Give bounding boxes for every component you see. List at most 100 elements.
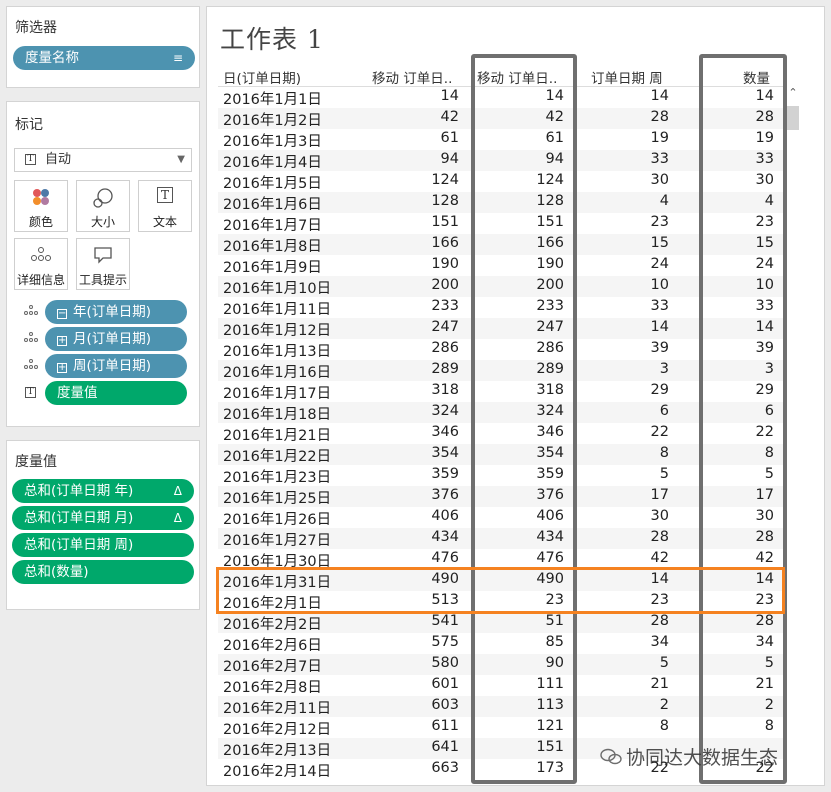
- cell-week: 33: [650, 298, 669, 314]
- marks-title: 标记: [15, 117, 43, 133]
- cell-date: 2016年2月12日: [223, 722, 332, 738]
- measure-pill-week[interactable]: 总和(订单日期 周): [12, 533, 194, 557]
- detail-card-label: 详细信息: [16, 273, 65, 287]
- cell-moving-1: 128: [431, 193, 459, 209]
- cell-moving-1: 575: [431, 634, 459, 650]
- measure-pill-quantity[interactable]: 总和(数量): [12, 560, 194, 584]
- filters-title: 筛选器: [15, 20, 57, 36]
- cell-week: 5: [659, 655, 669, 671]
- detail-card[interactable]: 详细信息: [14, 238, 68, 290]
- cell-moving-1: 200: [431, 277, 459, 293]
- cell-week: 15: [650, 235, 669, 251]
- filter-pill-label: 度量名称: [25, 50, 79, 66]
- measure-pill-label: 总和(数量): [24, 564, 89, 580]
- cell-moving-1: 166: [431, 235, 459, 251]
- cell-date: 2016年1月17日: [223, 386, 332, 402]
- highlight-quantity-column: [699, 54, 787, 784]
- cell-moving-1: 663: [431, 760, 459, 776]
- cell-date: 2016年1月1日: [223, 92, 322, 108]
- cell-week: 3: [659, 361, 669, 377]
- cell-moving-1: 580: [431, 655, 459, 671]
- cell-moving-1: 541: [431, 613, 459, 629]
- detail-icon: [24, 359, 38, 371]
- cell-week: 8: [659, 718, 669, 734]
- expand-icon[interactable]: +: [57, 336, 67, 346]
- sort-desc-icon: ≡: [172, 51, 183, 65]
- field-pill-measure-values[interactable]: 度量值: [45, 381, 187, 405]
- cell-date: 2016年1月26日: [223, 512, 332, 528]
- tooltip-card[interactable]: 工具提示: [76, 238, 130, 290]
- cell-moving-1: 611: [431, 718, 459, 734]
- scroll-thumb[interactable]: [787, 106, 799, 130]
- highlight-moving-column: [471, 54, 577, 784]
- expand-icon[interactable]: +: [57, 363, 67, 373]
- text-card-label: 文本: [152, 215, 177, 229]
- delta-icon: Δ: [173, 511, 182, 525]
- cell-date: 2016年1月13日: [223, 344, 332, 360]
- filter-pill-measure-names[interactable]: 度量名称 ≡: [13, 46, 195, 70]
- cell-date: 2016年1月11日: [223, 302, 332, 318]
- cell-date: 2016年2月7日: [223, 659, 322, 675]
- field-pill-label: 月(订单日期): [73, 331, 152, 347]
- watermark-text: 协同达大数据生态: [626, 747, 779, 769]
- cell-date: 2016年1月8日: [223, 239, 322, 255]
- cell-date: 2016年2月6日: [223, 638, 322, 654]
- highlight-month-boundary-rows: [216, 567, 785, 614]
- cell-moving-1: 61: [440, 130, 459, 146]
- cell-moving-1: 641: [431, 739, 459, 755]
- field-pill-week[interactable]: + 周(订单日期): [45, 354, 187, 378]
- cell-moving-1: 233: [431, 298, 459, 314]
- column-header-moving-1[interactable]: 移动 订单日..: [372, 67, 452, 87]
- color-card-label: 颜色: [28, 215, 53, 229]
- cell-week: 33: [650, 151, 669, 167]
- tooltip-icon: [77, 245, 129, 271]
- cell-week: 19: [650, 130, 669, 146]
- cell-week: 2: [659, 697, 669, 713]
- field-pill-label: 周(订单日期): [73, 358, 152, 374]
- column-header-week[interactable]: 订单日期 周: [591, 67, 663, 87]
- cell-week: 5: [659, 466, 669, 482]
- cell-week: 30: [650, 508, 669, 524]
- cell-date: 2016年1月9日: [223, 260, 322, 276]
- measure-pill-month[interactable]: 总和(订单日期 月) Δ: [12, 506, 194, 530]
- cell-date: 2016年2月8日: [223, 680, 322, 696]
- text-card[interactable]: T 文本: [138, 180, 192, 232]
- size-card[interactable]: 大小: [76, 180, 130, 232]
- cell-date: 2016年2月14日: [223, 764, 332, 780]
- cell-date: 2016年1月22日: [223, 449, 332, 465]
- field-pill-month[interactable]: + 月(订单日期): [45, 327, 187, 351]
- cell-week: 14: [650, 319, 669, 335]
- cell-week: 30: [650, 172, 669, 188]
- cell-date: 2016年1月23日: [223, 470, 332, 486]
- cell-moving-1: 42: [440, 109, 459, 125]
- cell-moving-1: 346: [431, 424, 459, 440]
- measure-pill-year[interactable]: 总和(订单日期 年) Δ: [12, 479, 194, 503]
- cell-moving-1: 151: [431, 214, 459, 230]
- mark-type-dropdown[interactable]: T 自动 ▼: [14, 148, 192, 172]
- color-icon: [15, 187, 67, 213]
- collapse-icon[interactable]: −: [57, 309, 67, 319]
- cell-moving-1: 476: [431, 550, 459, 566]
- cell-week: 39: [650, 340, 669, 356]
- cell-week: 28: [650, 613, 669, 629]
- measure-pill-label: 总和(订单日期 年): [24, 483, 134, 499]
- measure-values-title: 度量值: [15, 454, 57, 470]
- column-header-date[interactable]: 日(订单日期): [223, 67, 301, 87]
- cell-week: 24: [650, 256, 669, 272]
- cell-week: 14: [650, 88, 669, 104]
- cell-moving-1: 247: [431, 319, 459, 335]
- cell-moving-1: 286: [431, 340, 459, 356]
- scroll-up-icon[interactable]: ⌃: [786, 86, 800, 102]
- vertical-scrollbar[interactable]: ⌃: [786, 86, 800, 776]
- tooltip-card-label: 工具提示: [78, 273, 127, 287]
- filters-panel: 筛选器 度量名称 ≡: [6, 6, 200, 88]
- cell-week: 8: [659, 445, 669, 461]
- cell-date: 2016年1月10日: [223, 281, 332, 297]
- measure-pill-label: 总和(订单日期 周): [24, 537, 134, 553]
- field-pill-year[interactable]: − 年(订单日期): [45, 300, 187, 324]
- color-card[interactable]: 颜色: [14, 180, 68, 232]
- cell-week: 21: [650, 676, 669, 692]
- watermark: 协同达大数据生态: [600, 743, 778, 770]
- cell-date: 2016年1月27日: [223, 533, 332, 549]
- chevron-down-icon: ▼: [177, 154, 185, 165]
